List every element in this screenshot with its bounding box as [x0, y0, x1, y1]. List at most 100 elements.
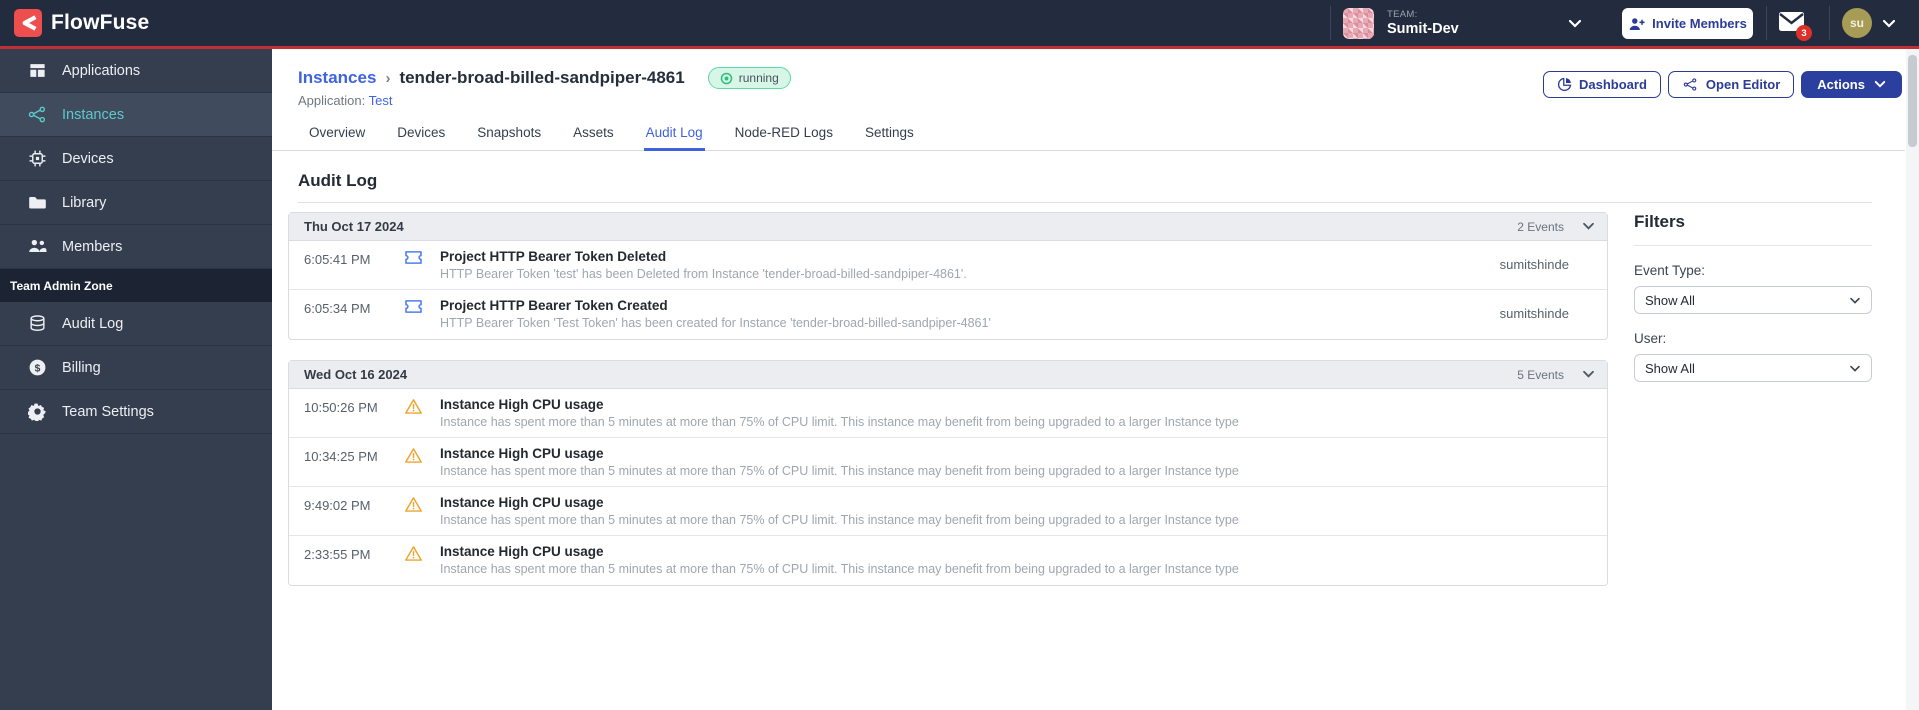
event-body: Instance High CPU usage Instance has spe… [440, 397, 1485, 429]
status-badge: running [707, 67, 791, 89]
audit-group: Wed Oct 16 2024 5 Events 10:50:26 PM Ins… [288, 360, 1608, 586]
sidebar-item-instances[interactable]: Instances [0, 93, 272, 137]
event-title: Instance High CPU usage [440, 446, 604, 461]
collapse-chevron-icon[interactable] [1582, 222, 1595, 231]
scrollbar-thumb[interactable] [1908, 55, 1917, 147]
audit-group-header[interactable]: Thu Oct 17 2024 2 Events [289, 213, 1607, 241]
event-type-label: Event Type: [1634, 263, 1706, 278]
brand-logo[interactable]: FlowFuse [14, 9, 149, 37]
invite-members-button[interactable]: Invite Members [1622, 8, 1753, 39]
sidebar-item-applications[interactable]: Applications [0, 49, 272, 93]
sidebar-item-label: Members [62, 238, 123, 255]
sidebar-navigation: Applications Instances Devices Library M… [0, 49, 272, 710]
topbar-divider [1829, 6, 1830, 40]
event-description: Instance has spent more than 5 minutes a… [440, 415, 1239, 429]
members-people-icon [28, 237, 47, 256]
brand-name: FlowFuse [51, 11, 150, 34]
event-body: Instance High CPU usage Instance has spe… [440, 544, 1485, 576]
sidebar-item-team-settings[interactable]: Team Settings [0, 390, 272, 434]
team-chevron-down-icon[interactable] [1568, 16, 1582, 34]
open-editor-button[interactable]: Open Editor [1667, 71, 1795, 98]
tab-settings[interactable]: Settings [863, 123, 916, 151]
devices-chip-icon [28, 149, 47, 168]
tab-overview[interactable]: Overview [307, 123, 367, 151]
filters-panel: Filters Event Type: Show All User: Show … [1634, 212, 1872, 382]
user-filter-label: User: [1634, 331, 1667, 346]
collapse-chevron-icon[interactable] [1582, 370, 1595, 379]
audit-event-row: 2:33:55 PM Instance High CPU usage Insta… [289, 536, 1607, 585]
tab-snapshots[interactable]: Snapshots [475, 123, 543, 151]
actions-label: Actions [1817, 77, 1865, 92]
event-time: 10:50:26 PM [304, 400, 378, 415]
filters-title: Filters [1634, 212, 1872, 246]
breadcrumb: Instances › tender-broad-billed-sandpipe… [298, 67, 791, 89]
event-description: Instance has spent more than 5 minutes a… [440, 513, 1239, 527]
event-time: 2:33:55 PM [304, 547, 371, 562]
audit-log-database-icon [28, 314, 47, 333]
event-time: 10:34:25 PM [304, 449, 378, 464]
instance-action-buttons: Dashboard Open Editor Actions [1543, 71, 1902, 98]
warning-triangle-icon [404, 447, 426, 464]
invite-members-label: Invite Members [1652, 16, 1747, 31]
team-settings-gear-icon [28, 402, 47, 421]
page-scrollbar[interactable] [1906, 49, 1919, 710]
dashboard-button[interactable]: Dashboard [1543, 71, 1661, 98]
team-admin-zone-header: Team Admin Zone [0, 269, 272, 302]
actions-chevron-down-icon [1874, 80, 1886, 88]
tab-devices[interactable]: Devices [395, 123, 447, 151]
page-title: Audit Log [298, 171, 378, 190]
instance-name-title: tender-broad-billed-sandpiper-4861 [399, 68, 685, 87]
breadcrumb-separator: › [385, 69, 391, 87]
topbar-divider [1766, 6, 1767, 40]
dashboard-label: Dashboard [1579, 77, 1647, 92]
user-menu-chevron-down-icon[interactable] [1882, 16, 1896, 34]
event-title: Project HTTP Bearer Token Deleted [440, 249, 667, 264]
application-line: Application: Test [298, 93, 392, 108]
tab-node-red-logs[interactable]: Node-RED Logs [733, 123, 835, 151]
event-body: Project HTTP Bearer Token Created HTTP B… [440, 298, 1485, 330]
event-type-select[interactable]: Show All [1634, 286, 1872, 314]
warning-triangle-icon [404, 496, 426, 513]
event-title: Instance High CPU usage [440, 495, 604, 510]
event-user [1485, 397, 1595, 405]
sidebar-item-label: Library [62, 194, 107, 211]
event-body: Project HTTP Bearer Token Deleted HTTP B… [440, 249, 1485, 281]
sidebar-item-label: Billing [62, 359, 101, 376]
flowfuse-logo-icon [14, 9, 42, 37]
billing-dollar-icon: $ [28, 358, 47, 377]
running-status-icon [720, 72, 732, 84]
audit-group-header[interactable]: Wed Oct 16 2024 5 Events [289, 361, 1607, 389]
user-select[interactable]: Show All [1634, 354, 1872, 382]
team-label: TEAM: [1387, 9, 1418, 20]
event-body: Instance High CPU usage Instance has spe… [440, 446, 1485, 478]
person-plus-icon [1629, 17, 1645, 30]
sidebar-item-audit-log[interactable]: Audit Log [0, 302, 272, 346]
event-user: sumitshinde [1499, 257, 1569, 272]
tab-audit-log[interactable]: Audit Log [643, 123, 705, 151]
breadcrumb-instances-link[interactable]: Instances [298, 68, 376, 88]
instance-tabs: Overview Devices Snapshots Assets Audit … [272, 123, 1905, 151]
sidebar-item-devices[interactable]: Devices [0, 137, 272, 181]
event-description: HTTP Bearer Token 'test' has been Delete… [440, 267, 967, 281]
notification-count-badge: 3 [1796, 25, 1812, 41]
sidebar-item-members[interactable]: Members [0, 225, 272, 269]
sidebar-item-library[interactable]: Library [0, 181, 272, 225]
applications-icon [28, 61, 47, 80]
token-ticket-icon [404, 250, 426, 265]
group-event-count: 5 Events [1517, 367, 1564, 382]
application-link[interactable]: Test [369, 93, 393, 108]
team-selector[interactable]: TEAM: Sumit-Dev [1343, 7, 1593, 39]
sidebar-item-label: Instances [62, 106, 125, 123]
sidebar-item-billing[interactable]: $ Billing [0, 346, 272, 390]
team-name: Sumit-Dev [1387, 21, 1459, 37]
event-body: Instance High CPU usage Instance has spe… [440, 495, 1485, 527]
topbar-divider [1330, 6, 1331, 40]
tab-assets[interactable]: Assets [571, 123, 616, 151]
actions-button[interactable]: Actions [1801, 71, 1902, 98]
group-date: Wed Oct 16 2024 [304, 367, 408, 382]
event-time: 6:05:41 PM [304, 252, 371, 267]
user-avatar[interactable]: su [1842, 8, 1872, 38]
top-navigation-bar: FlowFuse TEAM: Sumit-Dev Invite Members [0, 0, 1919, 46]
instances-icon [28, 105, 47, 124]
event-type-value: Show All [1645, 292, 1695, 308]
